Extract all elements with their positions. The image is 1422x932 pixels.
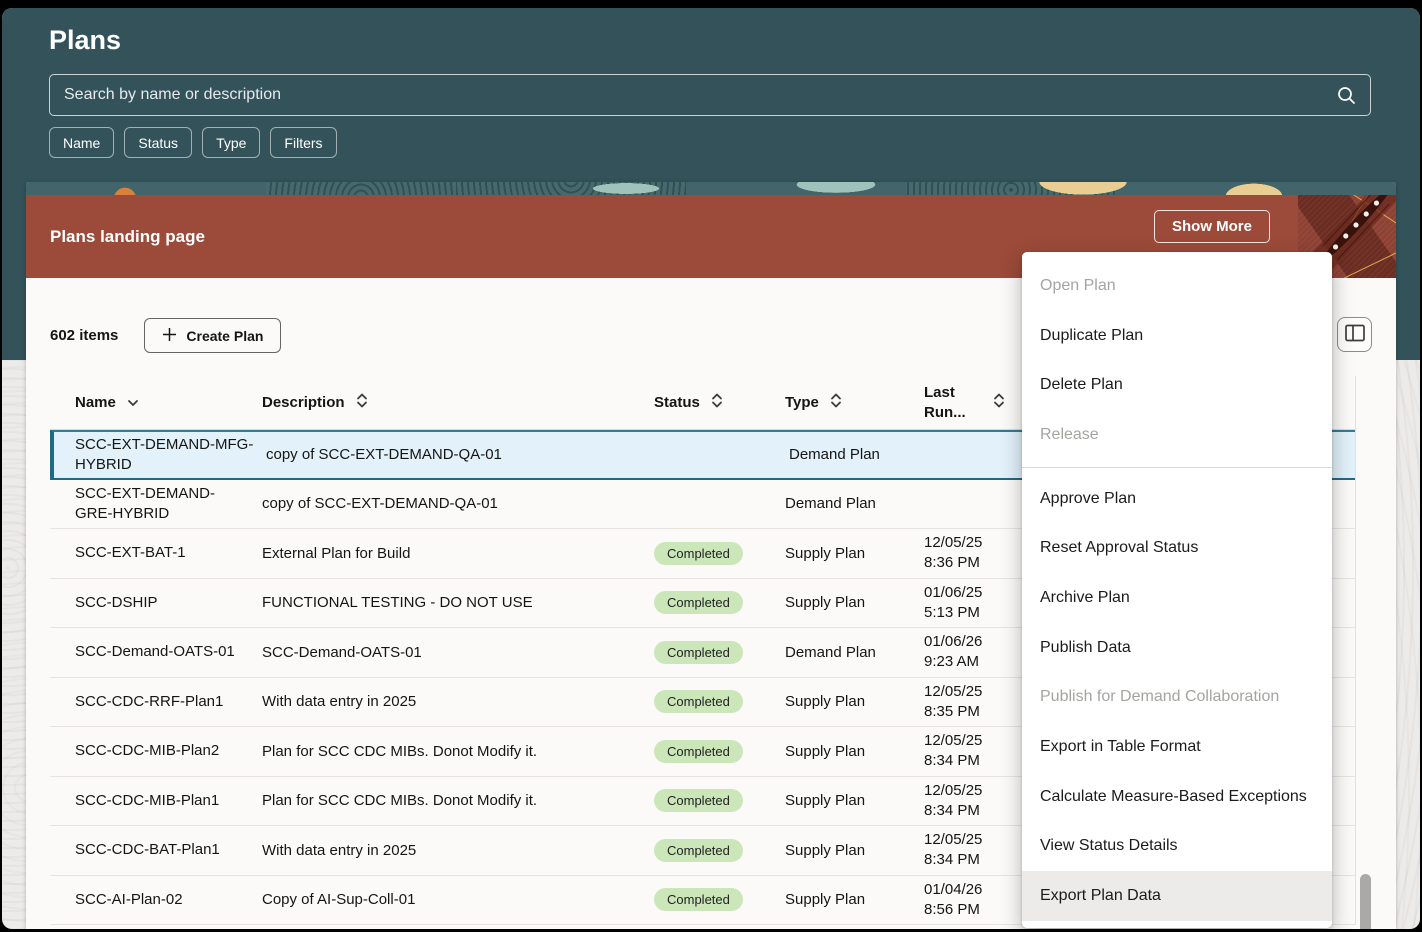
- cell-type: Supply Plan: [777, 842, 912, 859]
- menu-item-approve-plan[interactable]: Approve Plan: [1022, 474, 1332, 524]
- cell-description: Plan for SCC CDC MIBs. Donot Modify it.: [250, 743, 646, 760]
- cell-name: SCC-EXT-BAT-1: [50, 543, 250, 563]
- menu-item-view-status-details[interactable]: View Status Details: [1022, 822, 1332, 872]
- search-icon[interactable]: [1337, 86, 1356, 105]
- cell-description: With data entry in 2025: [250, 693, 646, 710]
- chevron-down-icon: [127, 394, 139, 411]
- page-title: Plans: [49, 25, 121, 56]
- menu-item-publish-for-demand-collaboration: Publish for Demand Collaboration: [1022, 673, 1332, 723]
- cell-status: Completed: [646, 591, 777, 614]
- menu-item-open-plan: Open Plan: [1022, 261, 1332, 311]
- banner-pattern-strip: [26, 182, 1396, 195]
- table-toolbar: 602 items Create Plan: [50, 318, 281, 353]
- cell-type: Supply Plan: [777, 545, 912, 562]
- cell-status: Completed: [646, 542, 777, 565]
- menu-item-publish-data[interactable]: Publish Data: [1022, 623, 1332, 673]
- cell-status: Completed: [646, 740, 777, 763]
- items-count: 602 items: [50, 327, 118, 344]
- panel-toggle-button[interactable]: [1337, 317, 1372, 352]
- filter-chips: Name Status Type Filters: [49, 127, 337, 158]
- cell-status: Completed: [646, 641, 777, 664]
- create-plan-button[interactable]: Create Plan: [144, 318, 281, 353]
- column-header-description[interactable]: Description: [250, 392, 646, 413]
- status-badge: Completed: [654, 591, 743, 614]
- cell-status: Completed: [646, 839, 777, 862]
- column-label: Type: [785, 394, 819, 411]
- status-badge: Completed: [654, 641, 743, 664]
- menu-item-delete-plan[interactable]: Delete Plan: [1022, 360, 1332, 410]
- column-label: Status: [654, 394, 700, 411]
- cell-name: SCC-EXT-DEMAND-GRE-HYBRID: [50, 484, 250, 524]
- cell-type: Supply Plan: [777, 792, 912, 809]
- plus-icon: [162, 327, 177, 345]
- cell-type: Demand Plan: [777, 644, 912, 661]
- menu-item-archive-plan[interactable]: Archive Plan: [1022, 573, 1332, 623]
- chevron-up-down-icon: [356, 392, 368, 413]
- menu-item-release: Release: [1022, 410, 1332, 460]
- cell-name: SCC-Demand-OATS-01: [50, 642, 250, 662]
- chip-filters[interactable]: Filters: [270, 127, 336, 158]
- menu-separator: [1022, 467, 1332, 468]
- chip-type[interactable]: Type: [202, 127, 260, 158]
- cell-name: SCC-DSHIP: [50, 593, 250, 613]
- column-header-status[interactable]: Status: [646, 392, 777, 413]
- search-input[interactable]: [64, 86, 1337, 104]
- cell-name: SCC-CDC-BAT-Plan1: [50, 840, 250, 860]
- cell-type: Demand Plan: [781, 446, 916, 463]
- menu-item-reset-approval-status[interactable]: Reset Approval Status: [1022, 523, 1332, 573]
- status-badge: Completed: [654, 888, 743, 911]
- status-badge: Completed: [654, 789, 743, 812]
- search-box: [49, 74, 1371, 116]
- chip-status[interactable]: Status: [124, 127, 192, 158]
- menu-item-calculate-measure-based-exceptions[interactable]: Calculate Measure-Based Exceptions: [1022, 772, 1332, 822]
- status-badge: Completed: [654, 740, 743, 763]
- cell-status: Completed: [646, 789, 777, 812]
- chevron-up-down-icon: [830, 392, 842, 413]
- column-header-type[interactable]: Type: [777, 392, 912, 413]
- cell-description: Plan for SCC CDC MIBs. Donot Modify it.: [250, 792, 646, 809]
- context-menu: Open Plan Duplicate Plan Delete Plan Rel…: [1022, 252, 1332, 928]
- cell-description: With data entry in 2025: [250, 842, 646, 859]
- cell-name: SCC-CDC-RRF-Plan1: [50, 692, 250, 712]
- cell-description: External Plan for Build: [250, 545, 646, 562]
- status-badge: Completed: [654, 690, 743, 713]
- cell-type: Supply Plan: [777, 693, 912, 710]
- chevron-up-down-icon: [711, 392, 723, 413]
- chip-name[interactable]: Name: [49, 127, 114, 158]
- column-header-name[interactable]: Name: [50, 394, 250, 411]
- column-label: Description: [262, 394, 345, 411]
- cell-name: SCC-EXT-DEMAND-MFG-HYBRID: [54, 435, 254, 475]
- cell-description: Copy of AI-Sup-Coll-01: [250, 891, 646, 908]
- cell-type: Supply Plan: [777, 891, 912, 908]
- menu-item-export-in-table-format[interactable]: Export in Table Format: [1022, 722, 1332, 772]
- cell-type: Supply Plan: [777, 594, 912, 611]
- banner-title: Plans landing page: [50, 227, 205, 247]
- status-badge: Completed: [654, 542, 743, 565]
- split-panel-icon: [1345, 324, 1365, 345]
- cell-description: FUNCTIONAL TESTING - DO NOT USE: [250, 594, 646, 611]
- cell-status: Completed: [646, 690, 777, 713]
- cell-name: SCC-CDC-MIB-Plan1: [50, 791, 250, 811]
- chevron-up-down-icon: [993, 392, 1005, 413]
- menu-item-export-plan-data[interactable]: Export Plan Data: [1022, 871, 1332, 921]
- cell-description: SCC-Demand-OATS-01: [250, 644, 646, 661]
- cell-description: copy of SCC-EXT-DEMAND-QA-01: [250, 495, 646, 512]
- cell-type: Demand Plan: [777, 495, 912, 512]
- status-badge: Completed: [654, 839, 743, 862]
- show-more-button[interactable]: Show More: [1154, 210, 1270, 243]
- cell-name: SCC-AI-Plan-02: [50, 890, 250, 910]
- cell-type: Supply Plan: [777, 743, 912, 760]
- menu-item-duplicate-plan[interactable]: Duplicate Plan: [1022, 311, 1332, 361]
- app-window: Plans Name Status Type Filters Plans lan…: [2, 8, 1420, 929]
- column-label: Last Run...: [924, 383, 982, 423]
- column-label: Name: [75, 394, 116, 411]
- cell-description: copy of SCC-EXT-DEMAND-QA-01: [254, 446, 650, 463]
- vertical-scrollbar-thumb[interactable]: [1360, 874, 1371, 929]
- cell-status: Completed: [646, 888, 777, 911]
- create-plan-label: Create Plan: [186, 328, 263, 344]
- cell-name: SCC-CDC-MIB-Plan2: [50, 741, 250, 761]
